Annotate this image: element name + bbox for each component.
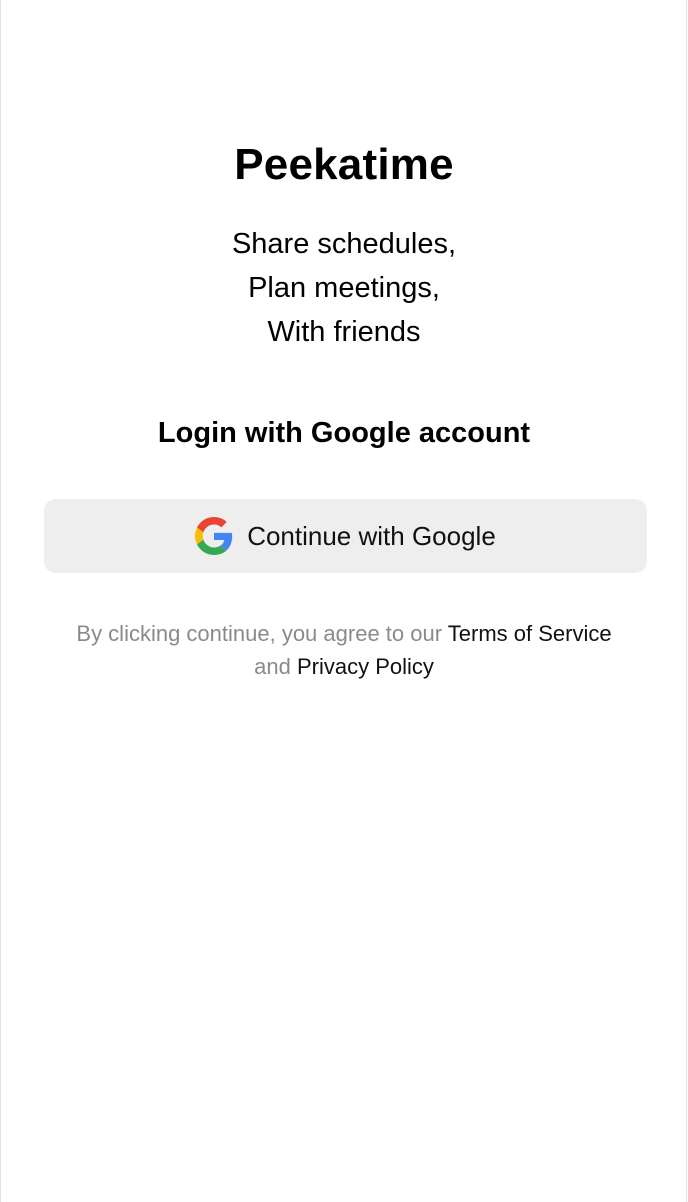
google-icon <box>195 517 233 555</box>
terms-of-service-link[interactable]: Terms of Service <box>448 621 612 646</box>
app-title: Peekatime <box>234 140 454 189</box>
legal-notice: By clicking continue, you agree to our T… <box>0 617 688 683</box>
legal-prefix: By clicking continue, you agree to our <box>76 621 443 646</box>
tagline-line-3: With friends <box>267 316 421 348</box>
legal-conjunction: and <box>254 654 291 679</box>
continue-with-google-button[interactable]: Continue with Google <box>44 499 647 573</box>
tagline: Share schedules, Plan meetings, With fri… <box>0 222 688 354</box>
tagline-line-1: Share schedules, <box>231 228 457 260</box>
login-heading: Login with Google account <box>157 417 531 449</box>
tagline-line-2: Plan meetings, <box>248 272 440 304</box>
continue-with-google-label: Continue with Google <box>247 521 496 551</box>
privacy-policy-link[interactable]: Privacy Policy <box>297 654 434 679</box>
